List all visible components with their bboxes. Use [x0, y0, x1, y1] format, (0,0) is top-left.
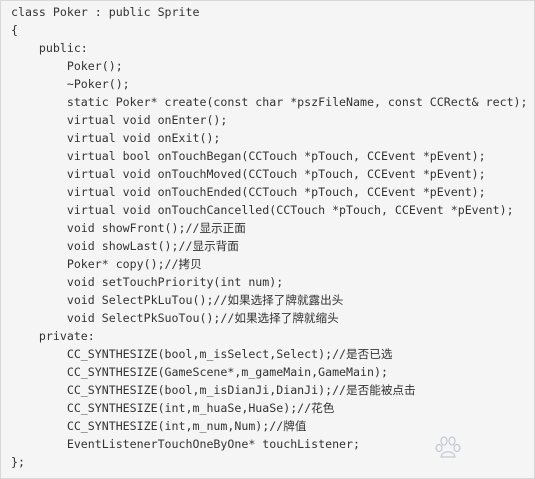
code-line: CC_SYNTHESIZE(bool,m_isSelect,Select);//… [11, 347, 393, 361]
code-line: CC_SYNTHESIZE(GameScene*,m_gameMain,Game… [11, 365, 388, 379]
code-line: Poker(); [11, 59, 123, 73]
code-lines: class Poker : public Sprite { public: Pok… [11, 3, 528, 471]
code-line: virtual bool onTouchBegan(CCTouch *pTouc… [11, 149, 486, 163]
code-line: CC_SYNTHESIZE(int,m_huaSe,HuaSe);//花色 [11, 401, 335, 415]
code-line: void SelectPkLuTou();//如果选择了牌就露出头 [11, 293, 344, 307]
code-line: EventListenerTouchOneByOne* touchListene… [11, 437, 361, 451]
code-line: public: [11, 41, 88, 55]
code-line: virtual void onTouchMoved(CCTouch *pTouc… [11, 167, 486, 181]
code-line: ~Poker(); [11, 77, 130, 91]
code-line: private: [11, 329, 95, 343]
code-line: CC_SYNTHESIZE(bool,m_isDianJi,DianJi);//… [11, 383, 416, 397]
code-line: void showFront();//显示正面 [11, 221, 246, 235]
code-line: }; [11, 455, 25, 469]
code-line: virtual void onExit(); [11, 131, 221, 145]
code-line: CC_SYNTHESIZE(int,m_num,Num);//牌值 [11, 419, 307, 433]
code-line: { [11, 23, 18, 37]
code-line: static Poker* create(const char *pszFile… [11, 95, 528, 109]
code-line: void setTouchPriority(int num); [11, 275, 284, 289]
code-line: virtual void onTouchCancelled(CCTouch *p… [11, 203, 514, 217]
code-line: void showLast();//显示背面 [11, 239, 239, 253]
code-line: virtual void onEnter(); [11, 113, 228, 127]
code-block: class Poker : public Sprite { public: Pok… [0, 0, 535, 479]
code-line: class Poker : public Sprite [11, 5, 200, 19]
code-line: void SelectPkSuoTou();//如果选择了牌就缩头 [11, 311, 339, 325]
code-line: virtual void onTouchEnded(CCTouch *pTouc… [11, 185, 486, 199]
code-line: Poker* copy();//拷贝 [11, 257, 202, 271]
